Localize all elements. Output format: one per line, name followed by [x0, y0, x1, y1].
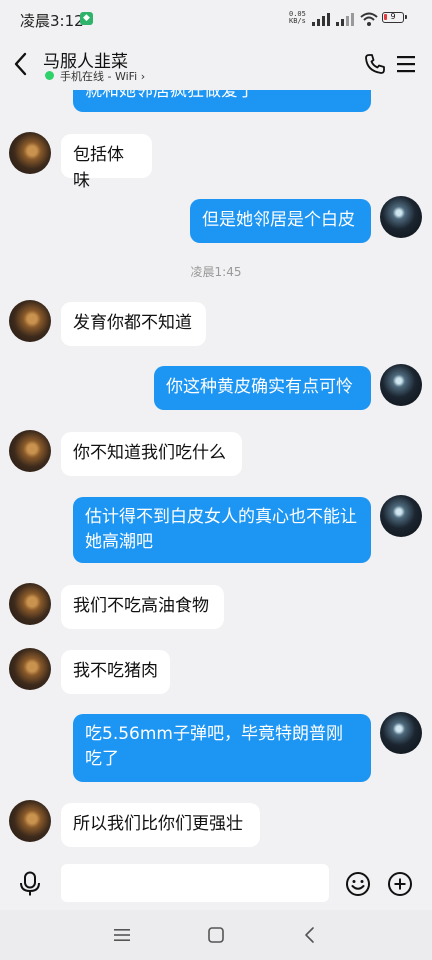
message-text: 吃5.56mm子弹吧，毕竟特朗普刚吃了 [85, 724, 343, 769]
phone-icon[interactable] [363, 52, 387, 76]
online-status-text: 手机在线 - WiFi [60, 70, 138, 83]
message-bubble-incoming[interactable]: 你不知道我们吃什么 [61, 432, 242, 476]
message-bubble-outgoing[interactable]: 估计得不到白皮女人的真心也不能让她高潮吧 [73, 497, 371, 563]
input-bar [0, 857, 432, 910]
wifi-icon [360, 12, 378, 26]
app-notification-icon: ◆ [80, 12, 93, 25]
back-icon[interactable] [302, 926, 318, 944]
self-avatar[interactable] [380, 364, 422, 406]
message-text: 你这种黄皮确实有点可怜 [166, 377, 353, 397]
recent-apps-icon[interactable] [113, 926, 131, 944]
message-bubble-outgoing[interactable]: 但是她邻居是个白皮 [190, 199, 371, 243]
battery-icon: 9 [382, 12, 407, 23]
self-avatar[interactable] [380, 196, 422, 238]
contact-avatar[interactable] [9, 300, 51, 342]
online-indicator [45, 71, 54, 80]
chevron-right-icon: › [140, 70, 146, 83]
message-text: 你不知道我们吃什么 [73, 443, 226, 463]
message-bubble-incoming[interactable]: 发育你都不知道 [61, 302, 206, 346]
contact-avatar[interactable] [9, 583, 51, 625]
network-speed-unit: KB/s [289, 17, 306, 25]
message-bubble-incoming[interactable]: 包括体味 [61, 134, 152, 191]
message-bubble-outgoing[interactable]: 你这种黄皮确实有点可怜 [154, 366, 371, 410]
plus-icon[interactable] [387, 871, 413, 897]
home-icon[interactable] [207, 926, 225, 944]
message-text: 但是她邻居是个白皮 [202, 210, 355, 230]
back-arrow-icon[interactable] [10, 50, 32, 78]
message-text: 所以我们比你们更强壮 [73, 814, 243, 834]
contact-avatar[interactable] [9, 430, 51, 472]
message-list[interactable]: 就和她邻居疯狂做爱了 包括体味 但是她邻居是个白皮 凌晨1:45 发育你都不知道… [0, 90, 432, 857]
status-bar: 凌晨3:12 ◆ 0.05 KB/s 9 [0, 0, 432, 38]
chat-header: 马服人韭菜 手机在线 - WiFi › [0, 38, 432, 90]
online-status: 手机在线 - WiFi › [60, 68, 145, 84]
system-nav-bar [0, 910, 432, 960]
contact-avatar[interactable] [9, 132, 51, 174]
message-bubble-outgoing[interactable]: 吃5.56mm子弹吧，毕竟特朗普刚吃了 [73, 714, 371, 782]
message-timestamp: 凌晨1:45 [190, 265, 242, 279]
network-speed: 0.05 KB/s [289, 11, 306, 25]
message-bubble-incoming[interactable]: 所以我们比你们更强壮 [61, 803, 260, 847]
message-text: 就和她邻居疯狂做爱了 [85, 90, 255, 101]
self-avatar[interactable] [380, 495, 422, 537]
signal-icon [312, 12, 330, 26]
microphone-icon[interactable] [18, 871, 42, 897]
message-text: 我们不吃高油食物 [73, 596, 209, 616]
menu-icon[interactable] [396, 54, 416, 74]
signal-icon-2 [336, 12, 354, 26]
message-bubble-incoming[interactable]: 我不吃猪肉 [61, 650, 170, 694]
emoji-icon[interactable] [345, 871, 371, 897]
status-icons [312, 12, 378, 26]
message-text: 包括体味 [73, 145, 124, 191]
message-text: 发育你都不知道 [73, 313, 192, 333]
contact-avatar[interactable] [9, 648, 51, 690]
status-time: 凌晨3:12 [20, 12, 84, 30]
message-text: 我不吃猪肉 [73, 661, 158, 681]
message-bubble-outgoing[interactable]: 就和她邻居疯狂做爱了 [73, 90, 371, 112]
message-bubble-incoming[interactable]: 我们不吃高油食物 [61, 585, 224, 629]
contact-avatar[interactable] [9, 800, 51, 842]
message-text: 估计得不到白皮女人的真心也不能让她高潮吧 [85, 507, 357, 552]
self-avatar[interactable] [380, 712, 422, 754]
message-input[interactable] [61, 864, 329, 902]
